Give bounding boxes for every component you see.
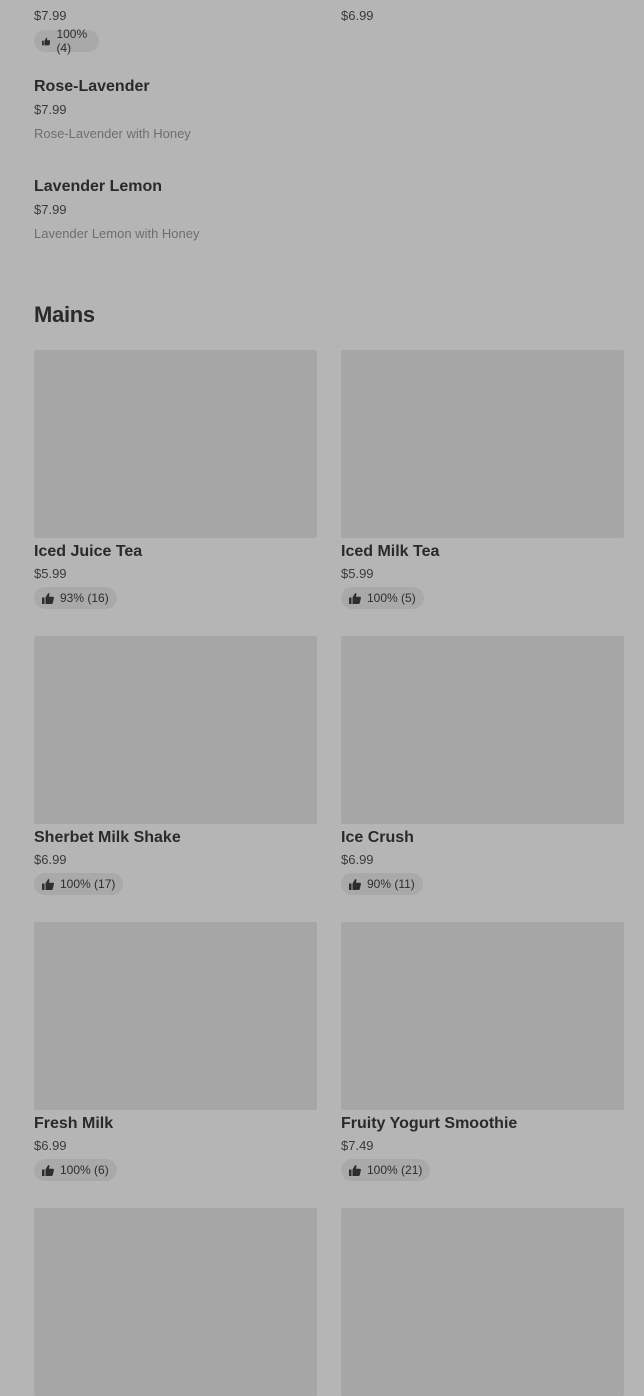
rating-badge: 100% (4) <box>34 27 99 55</box>
menu-card[interactable]: Ice Crush $6.99 90% (11) <box>341 636 624 895</box>
thumbs-up-icon <box>42 592 54 604</box>
thumbs-up-icon <box>349 878 361 890</box>
rating-text: 90% (11) <box>367 877 415 891</box>
item-name: Sherbet Milk Shake <box>34 829 181 846</box>
menu-card[interactable]: Sherbet Milk Shake $6.99 100% (17) <box>34 636 317 895</box>
menu-card[interactable]: Fresh Milk $6.99 100% (6) <box>34 922 317 1181</box>
item-image <box>341 1208 624 1396</box>
thumbs-up-icon <box>42 37 51 45</box>
menu-page: $7.99 100% (4) $6.99 Rose-Lavender $7.99… <box>0 0 644 1396</box>
menu-card[interactable] <box>341 1208 624 1396</box>
item-price: $5.99 <box>341 566 374 581</box>
rating-badge: 100% (6) <box>34 1159 117 1181</box>
item-image <box>34 636 317 824</box>
menu-item[interactable]: Lavender Lemon $7.99 Lavender Lemon with… <box>34 177 200 242</box>
item-image <box>34 922 317 1110</box>
item-price: $6.99 <box>341 8 374 23</box>
item-description: Rose-Lavender with Honey <box>34 126 191 141</box>
item-price: $7.99 <box>34 102 67 117</box>
item-image <box>341 350 624 538</box>
rating-badge: 93% (16) <box>34 587 117 609</box>
item-name: Lavender Lemon <box>34 178 163 195</box>
menu-card[interactable]: Iced Milk Tea $5.99 100% (5) <box>341 350 624 609</box>
rating-text: 93% (16) <box>60 591 109 605</box>
item-name: Iced Milk Tea <box>341 543 440 560</box>
item-name: Iced Juice Tea <box>34 543 143 560</box>
item-name: Fruity Yogurt Smoothie <box>341 1115 518 1132</box>
menu-card[interactable]: Fruity Yogurt Smoothie $7.49 100% (21) <box>341 922 624 1181</box>
rating-badge: 100% (21) <box>341 1159 431 1181</box>
item-name: Ice Crush <box>341 829 414 846</box>
item-image <box>341 636 624 824</box>
rating-text: 100% (6) <box>60 1163 109 1177</box>
rating-text: 100% (21) <box>367 1163 423 1177</box>
item-price: $6.99 <box>34 1138 67 1153</box>
item-name: Rose-Lavender <box>34 78 150 95</box>
item-image <box>34 350 317 538</box>
thumbs-up-icon <box>349 1164 361 1176</box>
section-title: Mains <box>34 302 95 327</box>
thumbs-up-icon <box>42 1164 54 1176</box>
item-price: $7.49 <box>341 1138 374 1153</box>
rating-text: 100% (5) <box>367 591 416 605</box>
item-description: Lavender Lemon with Honey <box>34 226 200 241</box>
item-image <box>341 922 624 1110</box>
item-price: $6.99 <box>341 852 374 867</box>
thumbs-up-icon <box>42 878 54 890</box>
item-price: $7.99 <box>34 202 67 217</box>
menu-item[interactable]: Rose-Lavender $7.99 Rose-Lavender with H… <box>34 77 191 142</box>
menu-card[interactable] <box>34 1208 317 1396</box>
item-name: Fresh Milk <box>34 1115 114 1132</box>
rating-text: 100% (17) <box>60 877 116 891</box>
item-price: $7.99 <box>34 8 67 23</box>
item-price: $5.99 <box>34 566 67 581</box>
rating-text: 100% (4) <box>56 27 88 55</box>
item-image <box>34 1208 317 1396</box>
menu-card[interactable]: Iced Juice Tea $5.99 93% (16) <box>34 350 317 609</box>
rating-badge: 100% (5) <box>341 587 424 609</box>
thumbs-up-icon <box>349 592 361 604</box>
rating-badge: 100% (17) <box>34 873 124 895</box>
rating-badge: 90% (11) <box>341 873 423 895</box>
item-price: $6.99 <box>34 852 67 867</box>
